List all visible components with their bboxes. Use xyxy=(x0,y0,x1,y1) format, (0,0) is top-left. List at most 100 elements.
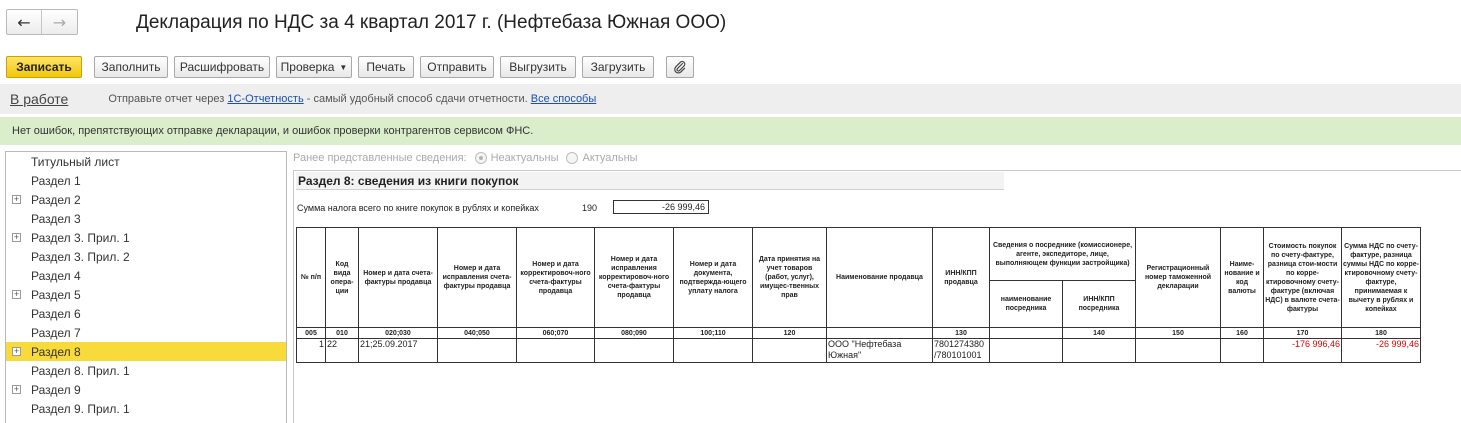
tree-item-label: Раздел 9 xyxy=(31,382,81,397)
tree-item-label: Раздел 7 xyxy=(31,325,81,340)
cell-cost[interactable]: -176 996,46 xyxy=(1263,338,1342,363)
column-code: 060;070 xyxy=(516,327,595,339)
tree-item[interactable]: Раздел 4 xyxy=(6,266,286,285)
save-button[interactable]: Записать xyxy=(6,56,82,78)
purchase-book-table: № п/п Код вида опера-ции Номер и дата сч… xyxy=(296,227,1421,363)
status-bar: В работе Отправьте отчет через 1С-Отчетн… xyxy=(0,84,1461,114)
radio-outdated[interactable] xyxy=(474,152,487,164)
tree-item[interactable]: + Раздел 3. Прил. 1 xyxy=(6,228,286,247)
tree-item-label: Раздел 1 xyxy=(31,173,81,188)
back-arrow-icon[interactable]: ← xyxy=(7,10,43,34)
col-header-cost: Стоимость покупок по счету-фактуре, разн… xyxy=(1263,227,1342,328)
tree-item-label: Раздел 3. Прил. 2 xyxy=(31,249,130,264)
expand-plus-icon[interactable]: + xyxy=(12,195,21,204)
page-title: Декларация по НДС за 4 квартал 2017 г. (… xyxy=(136,12,727,33)
check-result-message: Нет ошибок, препятствующих отправке декл… xyxy=(0,117,1461,145)
column-code: 180 xyxy=(1341,327,1421,339)
cell-correction[interactable] xyxy=(516,338,595,363)
cell-accept-date[interactable] xyxy=(752,338,827,363)
import-button[interactable]: Загрузить xyxy=(582,56,654,78)
column-code: 160 xyxy=(1220,327,1264,339)
column-code: 080;090 xyxy=(594,327,674,339)
expand-plus-icon[interactable]: + xyxy=(12,347,21,356)
col-header-customs: Регистрационный номер таможенной деклара… xyxy=(1135,227,1221,328)
radio-actual-label: Актуальны xyxy=(582,152,638,164)
tree-item-label: Раздел 5 xyxy=(31,287,81,302)
tree-item[interactable]: Раздел 3 xyxy=(6,209,286,228)
print-button[interactable]: Печать xyxy=(358,56,414,78)
paperclip-icon-svg xyxy=(674,60,686,74)
cell-vat[interactable]: -26 999,46 xyxy=(1341,338,1421,363)
expand-plus-icon[interactable]: + xyxy=(12,385,21,394)
tree-item-label: Раздел 6 xyxy=(31,306,81,321)
paperclip-icon[interactable] xyxy=(666,56,694,78)
cell-payment-doc[interactable] xyxy=(673,338,753,363)
tree-item[interactable]: Титульный лист xyxy=(6,152,286,171)
column-code: 140 xyxy=(1062,327,1136,339)
cell-seller-inn[interactable]: 7801274380 /780101001 xyxy=(932,338,990,363)
navigation-buttons: ← → xyxy=(6,9,78,35)
cell-invoice-fix[interactable] xyxy=(437,338,517,363)
tree-item-label: Раздел 8 xyxy=(31,344,81,359)
tree-item[interactable]: + Раздел 2 xyxy=(6,190,286,209)
table-row[interactable]: 1 22 21;25.09.2017 ООО "Нефтебаза Южная"… xyxy=(296,338,1421,363)
cell-seller[interactable]: ООО "Нефтебаза Южная" xyxy=(826,338,933,363)
column-code: 010 xyxy=(325,327,359,339)
col-header-currency: Наиме-нование и код валюты xyxy=(1220,227,1264,328)
column-code: 120 xyxy=(752,327,827,339)
tree-item[interactable]: Раздел 6 xyxy=(6,304,286,323)
cell-agent-name[interactable] xyxy=(989,338,1063,363)
tree-item[interactable]: Раздел 1 xyxy=(6,171,286,190)
col-header-agent: Сведения о посреднике (комиссионере, аге… xyxy=(989,227,1136,281)
cell-correction-fix[interactable] xyxy=(594,338,674,363)
decode-button[interactable]: Расшифровать xyxy=(174,56,270,78)
sum-code: 190 xyxy=(582,203,598,213)
col-header-agent-name: наименование посредника xyxy=(989,280,1063,328)
tree-item[interactable]: + Раздел 8 xyxy=(6,342,286,361)
previous-info-label: Ранее представленные сведения: xyxy=(293,152,467,164)
check-dropdown-button[interactable]: Проверка ▼ xyxy=(276,56,352,78)
export-button[interactable]: Выгрузить xyxy=(500,56,576,78)
col-header-seller-inn: ИНН/КПП продавца xyxy=(932,227,990,328)
status-state-link[interactable]: В работе xyxy=(10,91,68,107)
expand-plus-icon[interactable]: + xyxy=(12,290,21,299)
column-codes-row: 005 010 020;030 040;050 060;070 080;090 … xyxy=(296,327,1421,339)
chevron-down-icon: ▼ xyxy=(339,62,348,72)
col-header-accept-date: Дата принятия на учет товаров (работ, ус… xyxy=(752,227,827,328)
sections-tree: Титульный лист Раздел 1 + Раздел 2 Раздел 3 +… xyxy=(5,151,287,423)
expand-plus-icon[interactable]: + xyxy=(12,233,21,242)
fill-button[interactable]: Заполнить xyxy=(94,56,168,78)
column-code: 040;050 xyxy=(437,327,517,339)
col-header-correction-fix: Номер и дата исправления корректировоч-н… xyxy=(594,227,674,328)
check-button-label: Проверка xyxy=(280,60,335,74)
cell-customs[interactable] xyxy=(1135,338,1221,363)
col-header-correction: Номер и дата корректировоч-ного счета-фа… xyxy=(516,227,595,328)
column-code: 020;030 xyxy=(358,327,438,339)
section-title: Раздел 8: сведения из книги покупок xyxy=(296,172,1004,190)
column-code: 130 xyxy=(932,327,990,339)
cell-operation-code[interactable]: 22 xyxy=(325,338,359,363)
radio-actual[interactable] xyxy=(566,152,579,164)
forward-arrow-icon[interactable]: → xyxy=(42,10,77,34)
sum-value-field[interactable]: -26 999,46 xyxy=(613,200,709,214)
cell-invoice[interactable]: 21;25.09.2017 xyxy=(358,338,438,363)
col-header-payment-doc: Номер и дата документа, подтвержда-ющего… xyxy=(673,227,753,328)
tree-item[interactable]: Раздел 9. Прил. 1 xyxy=(6,399,286,418)
tree-item[interactable]: Раздел 7 xyxy=(6,323,286,342)
cell-agent-inn[interactable] xyxy=(1062,338,1136,363)
cell-np[interactable]: 1 xyxy=(296,338,326,363)
column-code: 005 xyxy=(296,327,326,339)
reporting-service-link[interactable]: 1С-Отчетность xyxy=(227,93,303,105)
col-header-invoice-fix: Номер и дата исправления счета-фактуры п… xyxy=(437,227,517,328)
tree-item[interactable]: Раздел 8. Прил. 1 xyxy=(6,361,286,380)
tree-item[interactable]: + Раздел 9 xyxy=(6,380,286,399)
col-header-agent-inn: ИНН/КПП посредника xyxy=(1062,280,1136,328)
tree-item[interactable]: Раздел 3. Прил. 2 xyxy=(6,247,286,266)
all-methods-link[interactable]: Все способы xyxy=(531,93,597,105)
tree-item-label: Раздел 9. Прил. 1 xyxy=(31,401,130,416)
cell-currency[interactable] xyxy=(1220,338,1264,363)
tree-item-label: Раздел 3. Прил. 1 xyxy=(31,230,130,245)
tree-item-label: Раздел 4 xyxy=(31,268,81,283)
tree-item[interactable]: + Раздел 5 xyxy=(6,285,286,304)
send-button[interactable]: Отправить xyxy=(420,56,494,78)
